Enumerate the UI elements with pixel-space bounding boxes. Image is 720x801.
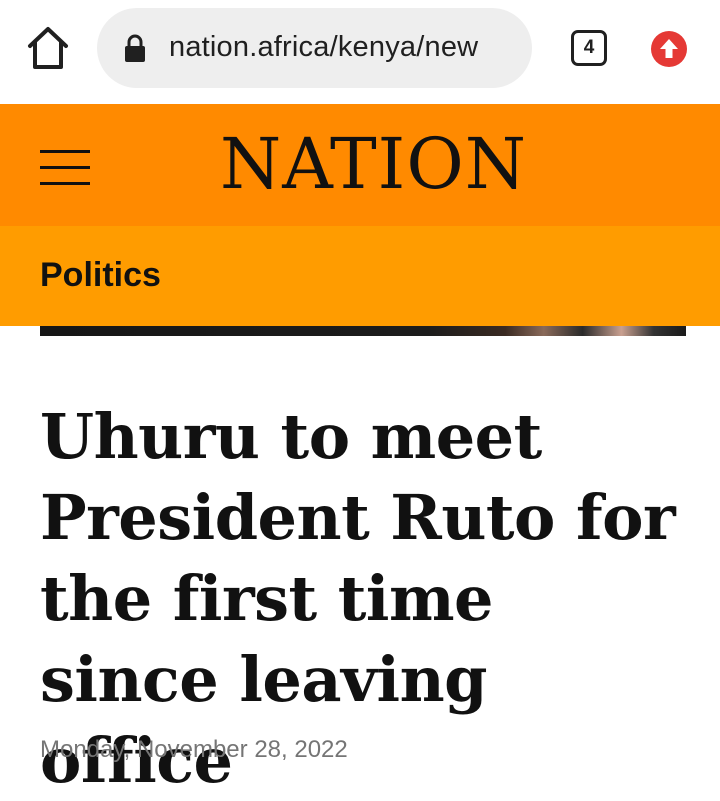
site-header: NATION bbox=[0, 104, 720, 226]
article-date: Monday, November 28, 2022 bbox=[40, 736, 348, 763]
address-bar[interactable]: nation.africa/kenya/new bbox=[97, 8, 532, 88]
url-text[interactable]: nation.africa/kenya/new bbox=[169, 31, 519, 64]
menu-icon[interactable] bbox=[40, 150, 90, 186]
section-bar: Politics bbox=[0, 226, 720, 326]
browser-toolbar: nation.africa/kenya/new 4 bbox=[0, 0, 720, 104]
home-icon[interactable] bbox=[26, 24, 70, 72]
update-icon[interactable] bbox=[650, 30, 688, 68]
lock-icon bbox=[123, 34, 147, 64]
tab-switcher-button[interactable]: 4 bbox=[571, 30, 607, 66]
site-logo[interactable]: NATION bbox=[220, 124, 526, 204]
section-label[interactable]: Politics bbox=[40, 256, 161, 295]
article-image bbox=[40, 326, 686, 336]
